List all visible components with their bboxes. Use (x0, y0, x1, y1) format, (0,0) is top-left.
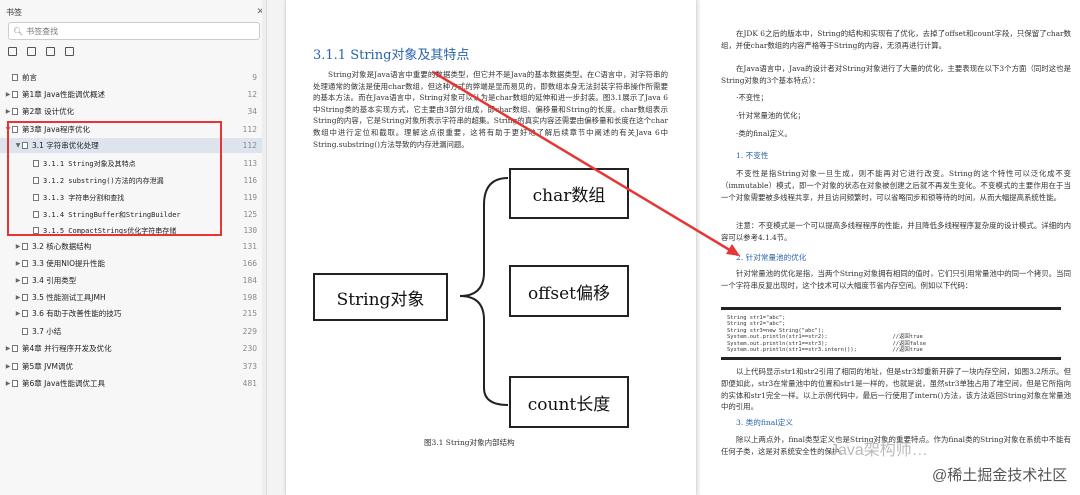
bookmark-icon (22, 328, 28, 335)
code-block: String str1="abc"; String str2="abc"; St… (721, 307, 1061, 360)
diagram-box-string-object: String对象 (313, 273, 448, 321)
chevron-right-icon[interactable]: ▶ (4, 363, 12, 370)
bookmark-icon (12, 74, 18, 81)
chevron-right-icon[interactable]: ▶ (14, 277, 22, 284)
bookmark-item[interactable]: ▶ 第6章 Java性能调优工具 481 (0, 376, 266, 391)
bookmark-item[interactable]: ▶ 第2章 设计优化 34 (0, 104, 266, 119)
watermark-juejin: @稀土掘金技术社区 (932, 464, 1068, 485)
diagram-box-count: count长度 (509, 376, 629, 428)
bookmark-icon (33, 160, 39, 167)
body-paragraph: 在Java语言中，Java的设计者对String对象进行了大量的优化，主要表现在… (721, 64, 1071, 85)
bookmark-icon (12, 126, 18, 133)
chevron-right-icon[interactable]: ▶ (14, 310, 22, 317)
bookmark-item[interactable]: ▶ 3.6 有助于改善性能的技巧 215 (0, 306, 266, 321)
bookmark-item[interactable]: ▶ 3.5 性能测试工具JMH 198 (0, 290, 266, 305)
bookmark-item[interactable]: 3.1.2 substring()方法的内存泄漏 116 (0, 173, 266, 188)
bookmark-icon (22, 142, 28, 149)
bookmark-icon (12, 380, 18, 387)
chevron-right-icon[interactable]: ▶ (14, 294, 22, 301)
bookmark-icon (33, 194, 39, 201)
bookmark-search-box[interactable]: 🔍︎ (8, 22, 260, 40)
diagram-connectors (459, 177, 509, 406)
bookmark-icon (33, 211, 39, 218)
subheading: 3. 类的final定义 (736, 418, 793, 427)
expand-all-icon[interactable] (27, 47, 36, 56)
bookmark-icon (22, 260, 28, 267)
body-paragraph: 针对常量池的优化是指，当两个String对象拥有相同的值时，它们只引用常量池中的… (721, 269, 1071, 290)
watermark-text: Java架构师… (830, 442, 928, 459)
bookmark-item[interactable]: ▶ 第5章 JVM调优 373 (0, 359, 266, 374)
figure-caption: 图3.1 String对象内部结构 (424, 438, 515, 447)
diagram-box-char-array: char数组 (509, 168, 629, 219)
bookmark-flag-icon[interactable] (65, 47, 74, 56)
pdf-page-right: 在JDK 6之后的版本中，String的结构和实现有了优化，去掉了offset和… (700, 0, 1080, 495)
sidebar-header: 书签 ✕ (6, 5, 264, 19)
bookmark-item[interactable]: 3.1.1 String对象及其特点 113 (0, 156, 266, 171)
bookmark-icon (22, 310, 28, 317)
bookmark-sidebar: 书签 ✕ 🔍︎ 前言9 ▶第1章 Java性能调优概述12 ▶第2章 设计优化3… (0, 0, 267, 495)
bookmark-icon (33, 177, 39, 184)
chevron-right-icon[interactable]: ▶ (4, 380, 12, 387)
bookmark-icon (12, 108, 18, 115)
note-paragraph: 注意：不变模式是一个可以提高多线程程序的性能，并且降低多线程程序复杂度的设计模式… (721, 221, 1071, 242)
bookmark-icon (22, 294, 28, 301)
chevron-down-icon[interactable]: ▼ (4, 126, 12, 133)
bookmark-item-selected[interactable]: ▼ 3.1 字符串优化处理 112 (0, 138, 266, 153)
sidebar-title: 书签 (6, 7, 22, 17)
chevron-down-icon[interactable]: ▼ (14, 142, 22, 149)
pdf-reader-window: 书签 ✕ 🔍︎ 前言9 ▶第1章 Java性能调优概述12 ▶第2章 设计优化3… (0, 0, 1080, 495)
bookmark-icon (33, 227, 39, 234)
bookmark-item[interactable]: 3.1.4 StringBuffer和StringBuilder 125 (0, 207, 266, 222)
chevron-right-icon[interactable]: ▶ (4, 108, 12, 115)
body-paragraph: 以上代码显示str1和str2引用了相同的地址，但是str3却重新开辟了一块内存… (721, 367, 1071, 412)
pdf-page-left: 3.1.1 String对象及其特点 String对象是Java语言中重要的数据… (286, 0, 696, 495)
chevron-right-icon[interactable]: ▶ (4, 91, 12, 98)
diagram-box-offset: offset偏移 (509, 265, 629, 317)
add-bookmark-icon[interactable] (8, 47, 17, 56)
bookmark-item[interactable]: ▼ 第3章 Java程序优化 112 (0, 122, 266, 137)
bookmark-icon (22, 277, 28, 284)
chevron-right-icon[interactable]: ▶ (14, 260, 22, 267)
body-paragraph: 不变性是指String对象一旦生成，则不能再对它进行改变。String的这个特性… (721, 169, 1071, 202)
bookmark-icon (12, 345, 18, 352)
bullet-item: ·针对常量池的优化； (736, 111, 805, 120)
chevron-right-icon[interactable]: ▶ (4, 345, 12, 352)
bookmark-item[interactable]: ▶ 3.4 引用类型 184 (0, 273, 266, 288)
bullet-item: ·类的final定义。 (736, 129, 792, 138)
bookmark-icon (22, 243, 28, 250)
search-icon: 🔍︎ (13, 26, 24, 36)
bookmark-icon (12, 363, 18, 370)
bookmark-item[interactable]: ▶ 3.2 核心数据结构 131 (0, 239, 266, 254)
bookmark-item[interactable]: ▶ 第1章 Java性能调优概述 12 (0, 87, 266, 102)
bookmark-item[interactable]: 3.1.3 字符串分割和查找 119 (0, 190, 266, 205)
sidebar-scrollbar[interactable] (262, 0, 266, 495)
bookmark-search-input[interactable] (26, 26, 247, 36)
body-paragraph: 在JDK 6之后的版本中，String的结构和实现有了优化，去掉了offset和… (721, 29, 1071, 50)
collapse-all-icon[interactable] (46, 47, 55, 56)
bookmark-toolbar (8, 47, 74, 59)
subheading: 1. 不变性 (736, 151, 769, 160)
chevron-right-icon[interactable]: ▶ (14, 243, 22, 250)
bookmark-item[interactable]: 3.1.5 CompactStrings优化字符串存储 130 (0, 223, 266, 238)
bookmark-item[interactable]: ▶ 第4章 并行程序开发及优化 230 (0, 341, 266, 356)
bookmark-item[interactable]: 3.7 小结 229 (0, 324, 266, 339)
subheading: 2. 针对常量池的优化 (736, 253, 807, 262)
bookmark-item[interactable]: ▶ 3.3 使用NIO提升性能 166 (0, 256, 266, 271)
bookmark-item[interactable]: 前言 9 (0, 70, 266, 85)
bookmark-icon (12, 91, 18, 98)
bullet-item: ·不变性； (736, 93, 768, 102)
